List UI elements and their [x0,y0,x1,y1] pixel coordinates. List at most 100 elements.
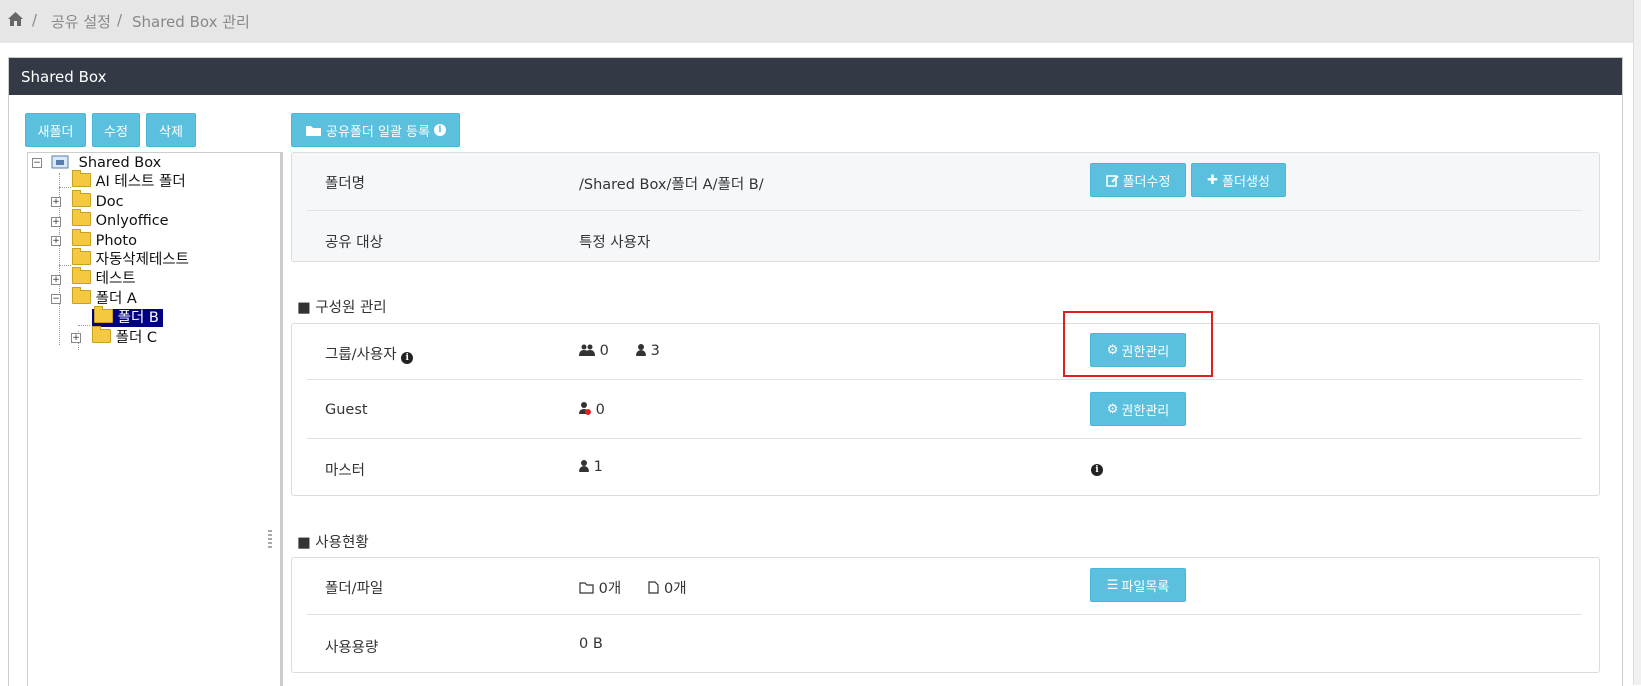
divider [307,614,1582,615]
breadcrumb-bar: / 공유 설정 / Shared Box 관리 [0,0,1634,43]
folder-file-label: 폴더/파일 [325,581,384,597]
bulk-register-label: 공유폴더 일괄 등록 [326,124,430,140]
folder-icon [94,306,113,323]
folder-icon [72,190,91,207]
tree-node-folder-b-selected[interactable]: 폴더 B [92,306,163,327]
guest-count-wrap: 0 [579,402,605,418]
folder-icon [72,170,91,187]
breadcrumb-item-current: Shared Box 관리 [132,13,250,31]
splitter-handle[interactable] [268,530,272,548]
tree-node-label: Onlyoffice [95,213,169,229]
highlight-box [1063,311,1213,377]
delete-button[interactable]: 삭제 [146,113,196,147]
tree-node-ai-test[interactable]: AI 테스트 폴더 [72,170,186,191]
breadcrumb-separator: / [117,11,123,29]
share-target-value: 특정 사용자 [579,235,651,251]
new-folder-button[interactable]: 새폴더 [25,113,86,147]
tree-node-label: Photo [95,233,137,249]
expand-icon[interactable]: + [51,236,61,246]
guest-user-icon [579,402,591,415]
group-user-label: 그룹/사용자 i [325,343,414,364]
tree-node-label: 테스트 [95,271,136,287]
breadcrumb-separator: / [32,11,38,29]
edit-icon [1105,174,1119,187]
expand-icon[interactable]: + [51,217,61,227]
file-list-label: 파일목록 [1121,579,1170,595]
edit-folder-label: 폴더수정 [1122,174,1171,190]
master-count: 1 [593,459,603,475]
folder-count: 0개 [598,581,622,597]
panel-header: Shared Box [9,58,1622,95]
edit-folder-button[interactable]: 폴더수정 [1090,163,1186,197]
tree-node-label: 폴더 B [117,310,159,326]
group-icon [579,344,595,356]
edit-button[interactable]: 수정 [92,113,140,147]
gear-icon: ⚙ [1106,401,1119,417]
divider [307,379,1582,380]
folder-icon [72,229,91,246]
master-count-wrap: 1 [579,459,603,475]
folder-icon [72,248,91,265]
folder-icon [72,267,91,284]
expand-icon[interactable]: + [51,275,61,285]
info-icon[interactable]: i [433,124,446,136]
create-folder-label: 폴더생성 [1222,174,1270,190]
tree-node-onlyoffice[interactable]: Onlyoffice [72,209,169,230]
user-icon [636,344,647,356]
user-count: 3 [650,343,660,359]
tree-node-label: Doc [95,194,124,210]
shared-box-icon [51,155,69,169]
collapse-icon[interactable]: − [51,294,61,304]
folder-open-icon [72,287,91,304]
file-list-button[interactable]: ☰ 파일목록 [1090,568,1186,602]
folder-info-box: 폴더명 /Shared Box/폴더 A/폴더 B/ 공유 대상 특정 사용자 [291,152,1600,262]
user-icon [579,460,589,472]
master-label: 마스터 [325,463,366,479]
tree-node-root[interactable]: Shared Box [51,154,161,172]
page-scrollbar[interactable] [1633,0,1641,685]
members-section-title: ■ 구성원 관리 [297,300,387,316]
breadcrumb-item-share-settings[interactable]: 공유 설정 [51,11,111,32]
create-folder-button[interactable]: ✚ 폴더생성 [1191,163,1286,197]
tree-node-folder-a[interactable]: 폴더 A [72,287,137,308]
folder-file-counts: 0개 0개 [579,577,687,598]
group-user-counts: 0 3 [579,343,660,359]
tree-node-label: 자동삭제테스트 [95,252,189,268]
expand-icon[interactable]: + [71,333,81,343]
tree-node-folder-c[interactable]: 폴더 C [92,326,158,347]
tree-node-auto-delete[interactable]: 자동삭제테스트 [72,248,189,269]
file-count: 0개 [664,581,687,597]
divider [307,438,1582,439]
collapse-icon[interactable]: − [32,158,42,168]
file-outline-icon [648,581,660,594]
usage-section-title: ■ 사용현황 [297,535,369,551]
folder-outline-icon [579,582,594,594]
tree-node-label: 폴더 C [115,330,158,346]
folder-name-value: /Shared Box/폴더 A/폴더 B/ [579,177,764,193]
tree-node-label: Shared Box [78,155,162,171]
list-icon: ☰ [1106,577,1119,593]
folder-tree [27,152,283,686]
home-icon[interactable] [7,11,24,27]
tree-node-test[interactable]: 테스트 [72,267,136,288]
folder-icon [92,326,111,343]
permission-label: 권한관리 [1121,403,1170,419]
folder-name-label: 폴더명 [325,176,366,192]
folder-icon [72,209,91,226]
capacity-label: 사용용량 [325,640,379,656]
panel-title: Shared Box [21,68,107,86]
divider [307,210,1582,211]
info-icon[interactable]: i [401,352,414,364]
bulk-register-button[interactable]: 공유폴더 일괄 등록 i [291,113,460,147]
capacity-value: 0 B [579,636,603,652]
plus-icon: ✚ [1207,172,1219,188]
folder-icon [306,125,322,136]
share-target-label: 공유 대상 [325,235,383,251]
group-count: 0 [599,343,609,359]
guest-count: 0 [595,402,605,418]
expand-icon[interactable]: + [51,197,61,207]
guest-permission-button[interactable]: ⚙ 권한관리 [1090,392,1186,426]
master-info-icon[interactable]: i [1091,464,1103,476]
guest-label: Guest [325,402,368,418]
tree-node-photo[interactable]: Photo [72,229,137,250]
